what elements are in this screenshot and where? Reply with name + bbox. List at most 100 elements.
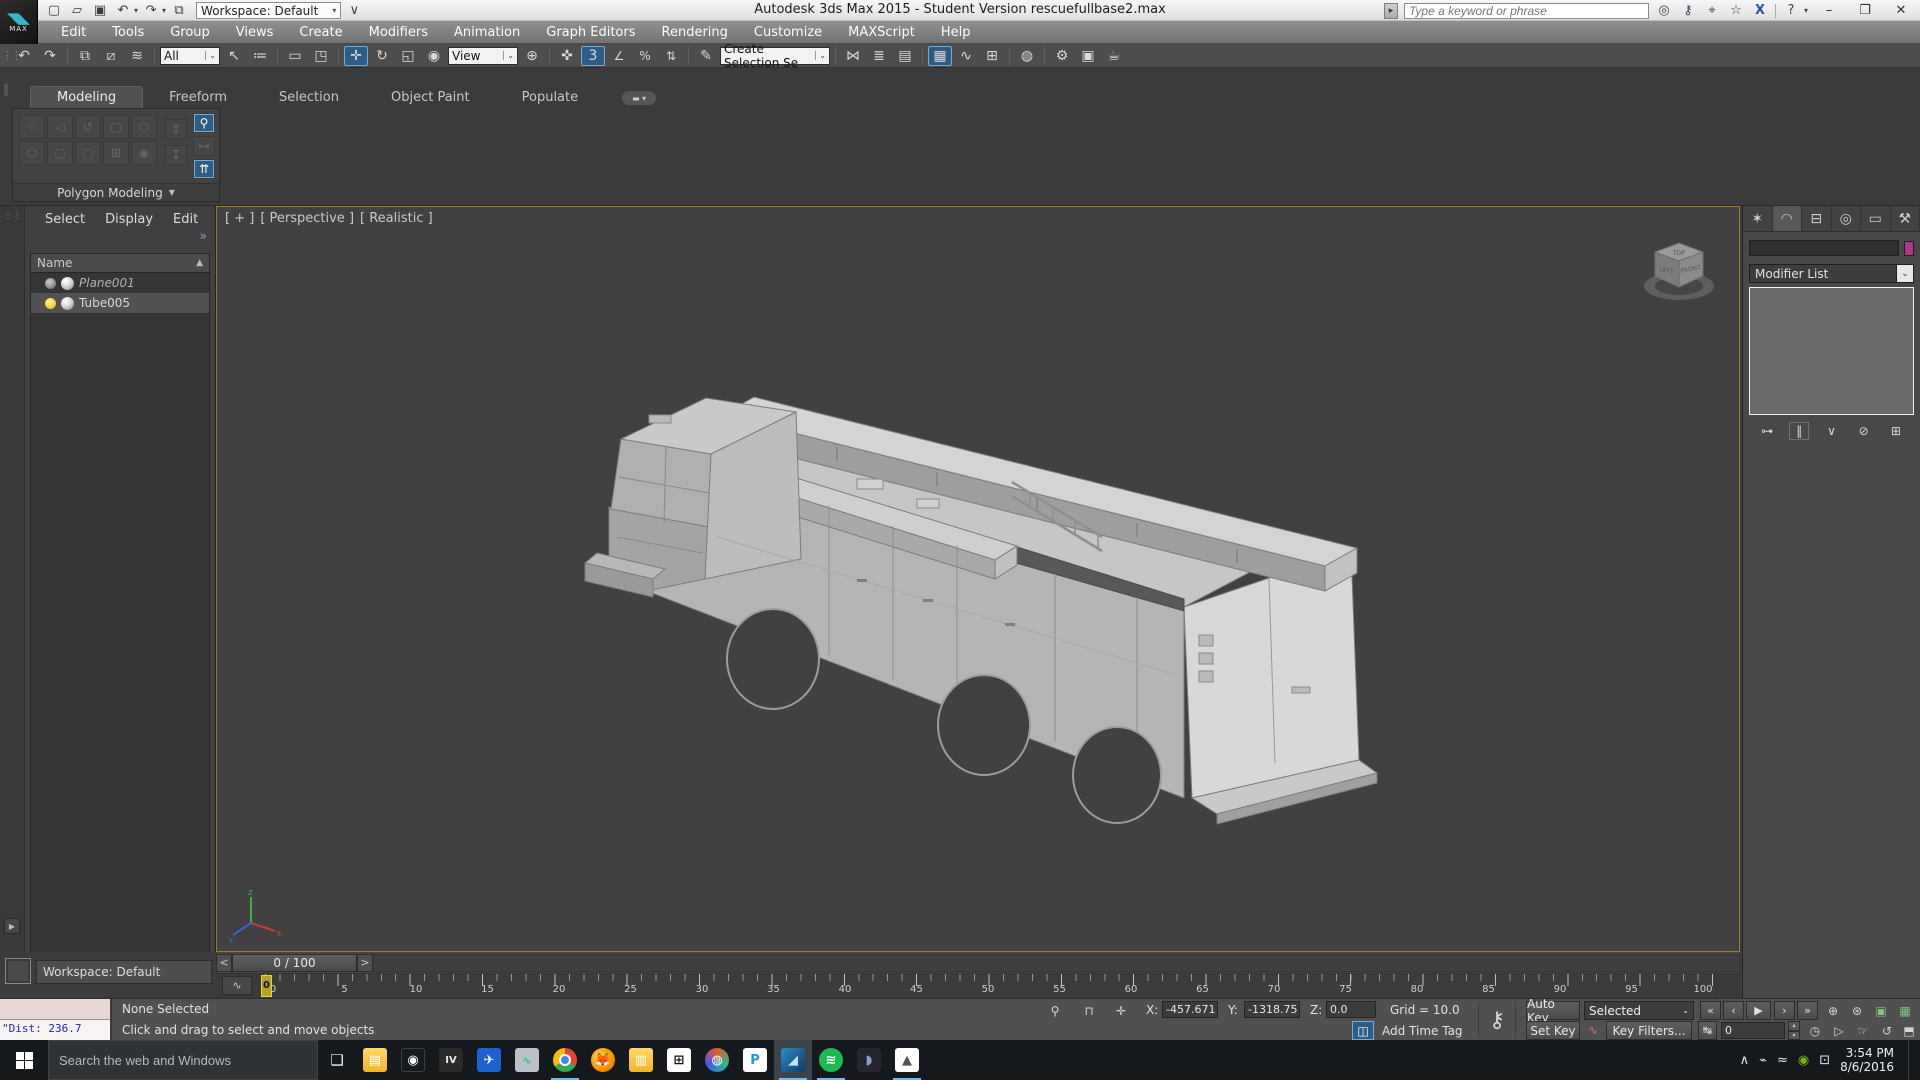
graphite-ribbon-toggle[interactable]: ▦ xyxy=(928,46,952,66)
menu-item[interactable]: Group xyxy=(157,23,223,42)
viewcube[interactable]: TOP LEFT FRONT xyxy=(1633,233,1725,307)
poly-mode-button-3[interactable]: ▢ xyxy=(75,141,101,165)
menu-item[interactable]: Edit xyxy=(48,23,99,42)
battery-icon[interactable]: ⌁ xyxy=(1759,1053,1767,1068)
app-p-icon[interactable]: P xyxy=(736,1040,774,1080)
object-name-field[interactable] xyxy=(1749,240,1899,256)
y-coordinate-field[interactable]: -1318.75 xyxy=(1244,1001,1300,1018)
time-slider-handle[interactable]: 0 / 100 xyxy=(232,954,357,972)
key-mode-toggle-button[interactable]: ↹ xyxy=(1698,1021,1717,1040)
chrome-icon[interactable] xyxy=(546,1040,584,1080)
select-object-button[interactable]: ↖ xyxy=(222,46,246,66)
next-frame-button[interactable]: > xyxy=(357,954,373,972)
time-slider-track[interactable] xyxy=(373,954,1740,972)
explorer-menu-display[interactable]: Display xyxy=(99,212,159,227)
taskbar-clock[interactable]: 3:54 PM 8/6/2016 xyxy=(1840,1046,1894,1074)
panel-caption[interactable]: Polygon Modeling ▼ xyxy=(13,183,219,201)
photos-icon[interactable]: ▲ xyxy=(888,1040,926,1080)
application-menu-button[interactable]: ◥◣ MAX xyxy=(0,0,38,44)
edit-named-selection-sets-button[interactable]: ✎ xyxy=(694,46,718,66)
zoom-extents-button[interactable]: ▣ xyxy=(1870,1001,1892,1020)
ribbon-tab-object-paint[interactable]: Object Paint xyxy=(365,87,496,108)
menu-item[interactable]: Help xyxy=(928,23,984,42)
menu-item[interactable]: MAXScript xyxy=(835,23,928,42)
menu-item[interactable]: Create xyxy=(286,23,355,42)
ribbon-tab-modeling[interactable]: Modeling xyxy=(30,86,143,108)
search-icon[interactable]: ◎ xyxy=(1655,3,1673,18)
list-item-tube005[interactable]: Tube005 xyxy=(31,293,209,313)
spinner-snap-toggle[interactable]: ⇅ xyxy=(659,46,683,66)
x-coordinate-field[interactable]: -457.671 xyxy=(1162,1001,1218,1018)
select-and-link-button[interactable]: ⧉ xyxy=(73,46,97,66)
tab-motion[interactable]: ◎ xyxy=(1832,206,1862,231)
collapse-stack-up-button[interactable]: ↥ xyxy=(165,119,187,139)
ribbon-tab-freeform[interactable]: Freeform xyxy=(143,87,253,108)
minimize-button[interactable]: – xyxy=(1814,3,1844,18)
list-item-plane001[interactable]: Plane001 xyxy=(31,273,209,293)
zoom-all-button[interactable]: ⊛ xyxy=(1846,1001,1868,1020)
orbit-button[interactable]: ↺ xyxy=(1876,1021,1898,1040)
visibility-bulb-icon[interactable] xyxy=(45,298,56,309)
object-color-swatch[interactable] xyxy=(1904,241,1914,256)
subobject-edge-button[interactable]: ◁ xyxy=(47,115,73,139)
previous-frame-button[interactable]: ‹ xyxy=(1723,1001,1744,1020)
frame-spinner[interactable]: ▴ ▾ xyxy=(1788,1021,1800,1040)
name-column-header[interactable]: Name ▲ xyxy=(30,253,210,273)
remove-modifier-button[interactable]: ⊘ xyxy=(1854,422,1874,440)
app-iv-icon[interactable]: IV xyxy=(432,1040,470,1080)
menu-item[interactable]: Graph Editors xyxy=(533,23,648,42)
dock-grip[interactable]: ⋮⋮ xyxy=(0,210,24,221)
app-d-icon[interactable]: ◗ xyxy=(850,1040,888,1080)
current-frame-field[interactable]: 0 xyxy=(1721,1022,1785,1039)
ribbon-tab-selection[interactable]: Selection xyxy=(253,87,365,108)
modifier-stack[interactable] xyxy=(1749,287,1914,415)
menu-item[interactable]: Views xyxy=(223,23,287,42)
frame-ruler[interactable]: 0510152025303540455055606570758085909510… xyxy=(262,974,1714,998)
truck-model[interactable] xyxy=(217,207,1741,953)
tab-hierarchy[interactable]: ⊟ xyxy=(1802,206,1832,231)
set-key-button[interactable]: Set Key xyxy=(1526,1021,1580,1040)
listener-script-line[interactable]: "Dist: 236.7 xyxy=(0,1020,110,1040)
select-and-move-button[interactable]: ✛ xyxy=(344,46,368,66)
task-view-button[interactable]: ❏ xyxy=(318,1040,356,1080)
select-by-name-button[interactable]: ≔ xyxy=(248,46,272,66)
absolute-offset-toggle-icon[interactable]: ✛ xyxy=(1110,1002,1132,1020)
menu-item[interactable]: Animation xyxy=(441,23,533,42)
file-explorer-icon[interactable]: ▤ xyxy=(356,1040,394,1080)
select-and-scale-button[interactable]: ◱ xyxy=(396,46,420,66)
folder-window-icon[interactable]: ▥ xyxy=(622,1040,660,1080)
tab-modify[interactable]: ◠ xyxy=(1773,206,1803,231)
show-end-result-toggle[interactable]: ⚲ xyxy=(193,113,215,133)
manage-layers-button[interactable]: ▤ xyxy=(893,46,917,66)
rectangular-selection-region-button[interactable]: ▭ xyxy=(283,46,307,66)
render-production-button[interactable]: ☕ xyxy=(1102,46,1126,66)
pin-stack-button[interactable]: ⊶ xyxy=(1757,422,1777,440)
key-icon[interactable]: ⚷ xyxy=(1679,3,1697,18)
app-airplane-icon[interactable]: ✈ xyxy=(470,1040,508,1080)
dock-expand-button[interactable]: ▶ xyxy=(4,918,20,934)
tray-expand-icon[interactable]: ∧ xyxy=(1740,1053,1750,1068)
use-pivot-point-center-button[interactable]: ⊕ xyxy=(520,46,544,66)
show-desktop-button[interactable] xyxy=(1908,1040,1914,1080)
time-configuration-button[interactable]: ◷ xyxy=(1804,1021,1826,1040)
pin-stack-toggle[interactable]: ⊶ xyxy=(193,136,215,156)
ribbon-tab-populate[interactable]: Populate xyxy=(496,87,605,108)
ribbon-grip[interactable]: ‖ xyxy=(3,82,9,96)
set-keys-button[interactable]: ⚷ xyxy=(1478,1002,1516,1038)
media-player-icon[interactable]: ◍ xyxy=(698,1040,736,1080)
subobject-border-button[interactable]: ↺ xyxy=(75,115,101,139)
help-search-input[interactable] xyxy=(1404,3,1649,19)
communication-center-icon[interactable]: ⌖ xyxy=(1703,3,1721,18)
explorer-menu-edit[interactable]: Edit xyxy=(167,212,204,227)
explorer-menu-overflow[interactable]: » xyxy=(25,229,215,245)
auto-key-button[interactable]: Auto Key xyxy=(1526,1001,1580,1020)
percent-snap-toggle[interactable]: % xyxy=(633,46,657,66)
bind-to-space-warp-button[interactable]: ≋ xyxy=(125,46,149,66)
search-go-icon[interactable]: ▸ xyxy=(1384,3,1398,19)
ribbon-minimize-button[interactable]: ▬ ▾ xyxy=(622,91,656,105)
tab-utilities[interactable]: ⚒ xyxy=(1891,206,1920,231)
add-time-tag-label[interactable]: Add Time Tag xyxy=(1382,1024,1463,1038)
poly-mode-button-1[interactable]: ⬠ xyxy=(19,141,45,165)
next-frame-button[interactable]: › xyxy=(1774,1001,1795,1020)
mini-curve-editor-button[interactable]: ∿ xyxy=(222,976,252,995)
